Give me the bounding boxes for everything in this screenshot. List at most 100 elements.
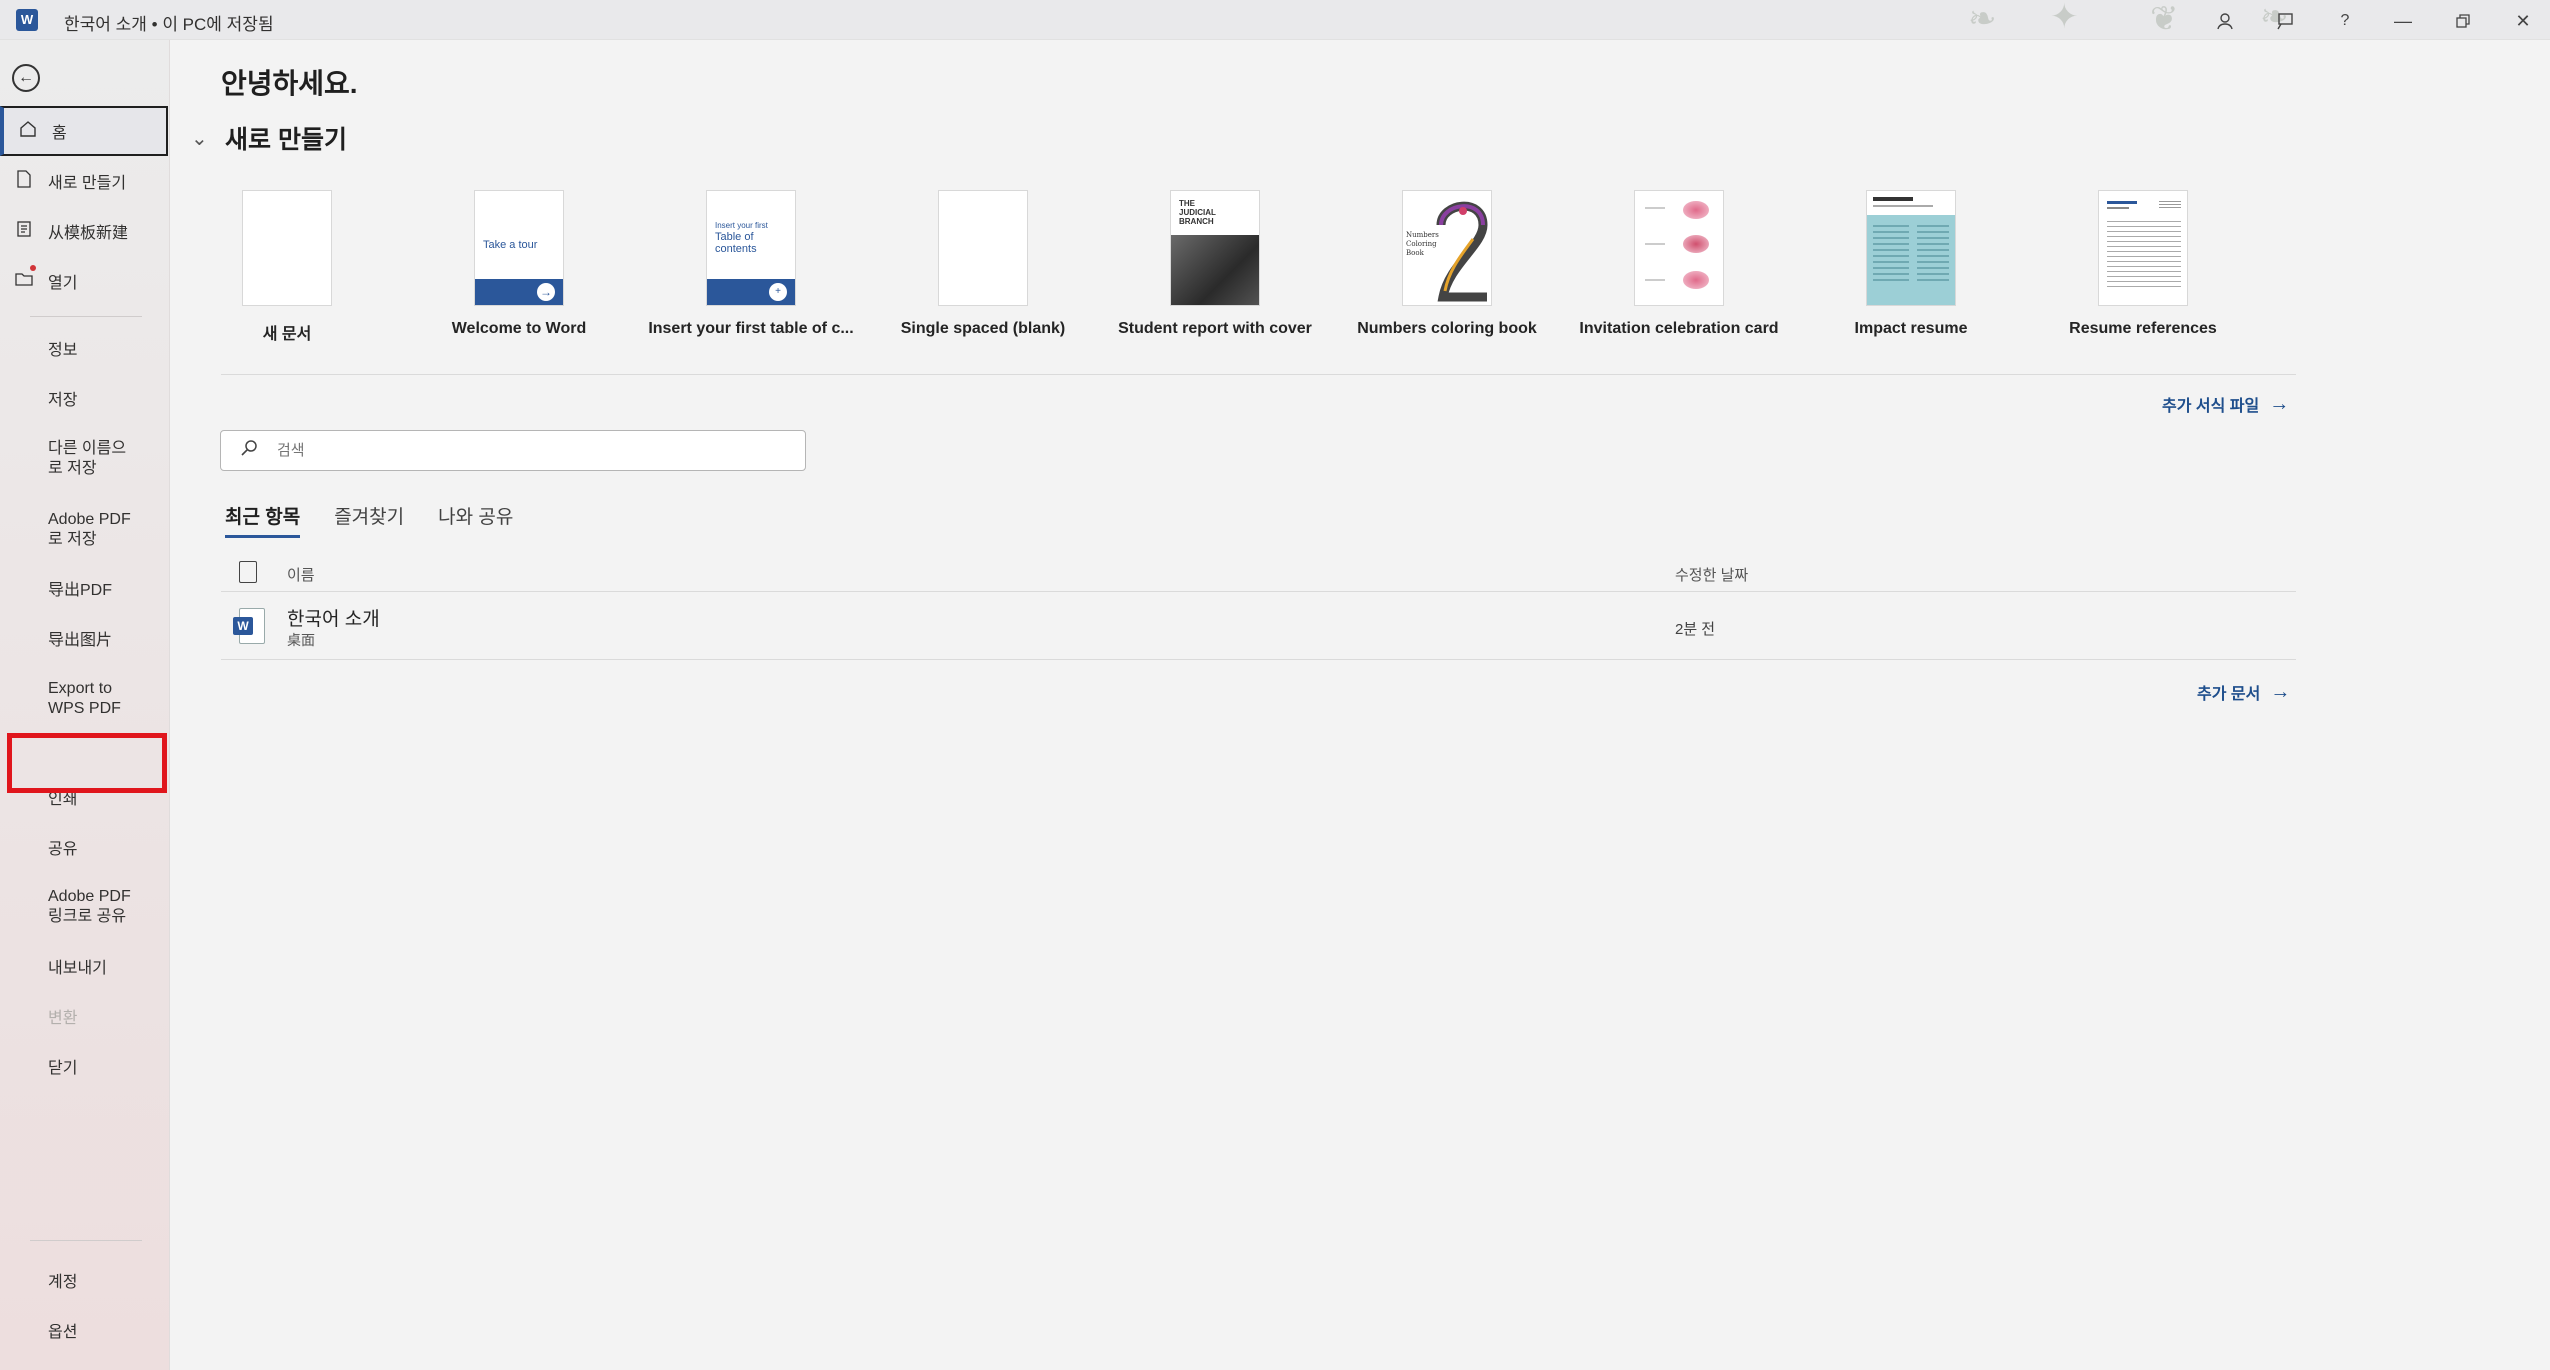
- sidebar-item-info[interactable]: 정보: [0, 334, 168, 368]
- greeting-heading: 안녕하세요.: [221, 68, 358, 99]
- document-modified: 2분 전: [1675, 621, 1716, 638]
- template-thumbnail: [242, 190, 332, 306]
- template-icon: [0, 220, 48, 243]
- template-impact-resume[interactable]: Impact resume: [1795, 190, 2027, 338]
- sidebar-item-export-wps-pdf[interactable]: Export to WPS PDF: [0, 674, 168, 724]
- minimize-icon[interactable]: —: [2380, 4, 2426, 38]
- template-table-of-contents[interactable]: Insert your first Table of contents + In…: [635, 190, 867, 338]
- template-thumbnail: Insert your first Table of contents +: [706, 190, 796, 306]
- sidebar-item-new-from-template[interactable]: 从模板新建: [0, 214, 168, 248]
- template-label: 새 문서: [262, 326, 312, 343]
- template-welcome-to-word[interactable]: Take a tour → Welcome to Word: [403, 190, 635, 338]
- document-tabs: 최근 항목 즐겨찾기 나와 공유: [225, 502, 513, 538]
- template-label: Student report with cover: [1118, 320, 1312, 337]
- template-label: Single spaced (blank): [900, 320, 1066, 337]
- template-label: Invitation celebration card: [1579, 320, 1779, 337]
- tab-recent[interactable]: 최근 항목: [225, 502, 301, 538]
- template-thumbnail: [938, 190, 1028, 306]
- template-single-spaced-blank[interactable]: Single spaced (blank): [867, 190, 1099, 338]
- sidebar-item-save-as-adobe-pdf[interactable]: Adobe PDF로 저장: [0, 505, 168, 555]
- template-numbers-coloring-book[interactable]: Numbers Coloring Book Numbers coloring b…: [1331, 190, 1563, 338]
- restore-icon[interactable]: [2440, 4, 2486, 38]
- column-header-name[interactable]: 이름: [287, 564, 315, 585]
- recent-documents-table: 이름 수정한 날짜 W 한국어 소개 桌面 2분 전: [221, 552, 2296, 660]
- table-header: 이름 수정한 날짜: [221, 552, 2296, 592]
- sidebar-item-label: 정보: [48, 342, 78, 359]
- sidebar-item-label: 홈: [52, 125, 67, 142]
- backstage-main: 안녕하세요. ⌄ 새로 만들기 새 문서 Take a tour → Welco…: [171, 40, 2550, 1370]
- sidebar-item-home[interactable]: 홈: [0, 106, 168, 156]
- column-header-modified[interactable]: 수정한 날짜: [1675, 564, 1748, 585]
- template-label: Impact resume: [1854, 320, 1968, 337]
- feedback-icon[interactable]: [2262, 4, 2308, 38]
- template-thumbnail: [2098, 190, 2188, 306]
- window-title: 한국어 소개 • 이 PC에 저장됨: [64, 15, 274, 34]
- document-location: 桌面: [287, 632, 315, 648]
- number-two-illustration-icon: [1436, 201, 1488, 302]
- sidebar-item-export[interactable]: 내보내기: [0, 952, 168, 986]
- sidebar-item-options[interactable]: 옵션: [0, 1316, 168, 1350]
- template-blank-document[interactable]: 새 문서: [171, 190, 403, 344]
- template-label: Welcome to Word: [451, 320, 587, 337]
- sidebar-item-new[interactable]: 새로 만들기: [0, 164, 168, 198]
- template-thumbnail: THE JUDICIAL BRANCH: [1170, 190, 1260, 306]
- help-icon[interactable]: ?: [2322, 4, 2368, 38]
- account-icon[interactable]: [2202, 4, 2248, 38]
- tab-shared-with-me[interactable]: 나와 공유: [438, 502, 513, 538]
- sidebar-divider: [30, 1240, 142, 1241]
- sidebar-item-open[interactable]: 열기: [0, 264, 168, 298]
- arrow-right-icon: →: [2270, 680, 2291, 703]
- sidebar-item-close[interactable]: 닫기: [0, 1052, 168, 1086]
- template-student-report[interactable]: THE JUDICIAL BRANCH Student report with …: [1099, 190, 1331, 338]
- new-doc-icon: [0, 169, 48, 193]
- new-section-title: 새로 만들기: [225, 126, 347, 154]
- sidebar-item-label: 닫기: [48, 1060, 78, 1077]
- template-invitation-celebration-card[interactable]: Invitation celebration card: [1563, 190, 1795, 338]
- sidebar-item-label: 다른 이름으로 저장: [48, 440, 127, 477]
- sidebar-item-label: 변환: [48, 1010, 78, 1027]
- home-icon: [4, 120, 52, 143]
- thumb-text: THE JUDICIAL BRANCH: [1179, 199, 1216, 226]
- sidebar-item-label: 导出PDF: [48, 582, 113, 599]
- sidebar-item-label: 옵션: [48, 1324, 78, 1341]
- more-templates-link[interactable]: 추가 서식 파일 →: [2162, 392, 2289, 416]
- print-highlight-box: [7, 733, 167, 793]
- add-icon: +: [769, 283, 787, 301]
- leaf-decoration-icon: ✦: [2050, 0, 2079, 36]
- sidebar-item-label: 从模板新建: [48, 225, 129, 242]
- sidebar-item-save[interactable]: 저장: [0, 384, 168, 418]
- template-thumbnail: Take a tour →: [474, 190, 564, 306]
- sidebar-item-label: 계정: [48, 1274, 78, 1291]
- word-icon: W: [16, 9, 38, 31]
- sidebar-item-label: 내보내기: [48, 960, 107, 977]
- sidebar-item-label: 인쇄: [48, 791, 78, 808]
- sidebar-item-export-pdf[interactable]: 导出PDF: [0, 574, 168, 608]
- sidebar-item-save-as[interactable]: 다른 이름으로 저장: [0, 434, 168, 484]
- search-box[interactable]: [220, 430, 806, 471]
- backstage-sidebar: ← 홈 새로 만들기 从模板新建 열기 정보 저장 다른 이름으로 저장 Ado…: [0, 40, 170, 1370]
- template-resume-references[interactable]: Resume references: [2027, 190, 2259, 338]
- search-input[interactable]: [277, 442, 757, 459]
- sidebar-item-label: 새로 만들기: [48, 175, 127, 192]
- template-label: Resume references: [2069, 320, 2217, 337]
- new-section-header[interactable]: ⌄ 새로 만들기: [191, 120, 347, 156]
- sidebar-item-export-image[interactable]: 导出图片: [0, 624, 168, 658]
- leaf-decoration-icon: ❧: [1968, 0, 1997, 38]
- more-templates-label: 추가 서식 파일: [2162, 398, 2260, 415]
- sidebar-item-account[interactable]: 계정: [0, 1266, 168, 1300]
- document-name: 한국어 소개: [287, 609, 380, 630]
- table-row[interactable]: W 한국어 소개 桌面 2분 전: [221, 592, 2296, 660]
- more-documents-link[interactable]: 추가 문서 →: [2197, 680, 2290, 704]
- template-thumbnail: Numbers Coloring Book: [1402, 190, 1492, 306]
- sidebar-item-share-adobe-pdf-link[interactable]: Adobe PDF 링크로 공유: [0, 882, 168, 932]
- thumb-text: Insert your first: [715, 221, 768, 230]
- sidebar-divider: [30, 316, 142, 317]
- template-label: Insert your first table of c...: [648, 320, 854, 337]
- tab-favorites[interactable]: 즐겨찾기: [334, 502, 404, 538]
- sidebar-item-label: 저장: [48, 392, 78, 409]
- close-icon[interactable]: ✕: [2500, 4, 2546, 38]
- thumb-text: Take a tour: [483, 239, 538, 251]
- arrow-right-icon: →: [537, 283, 555, 301]
- sidebar-item-share[interactable]: 공유: [0, 833, 168, 867]
- back-arrow-icon[interactable]: ←: [12, 64, 40, 92]
